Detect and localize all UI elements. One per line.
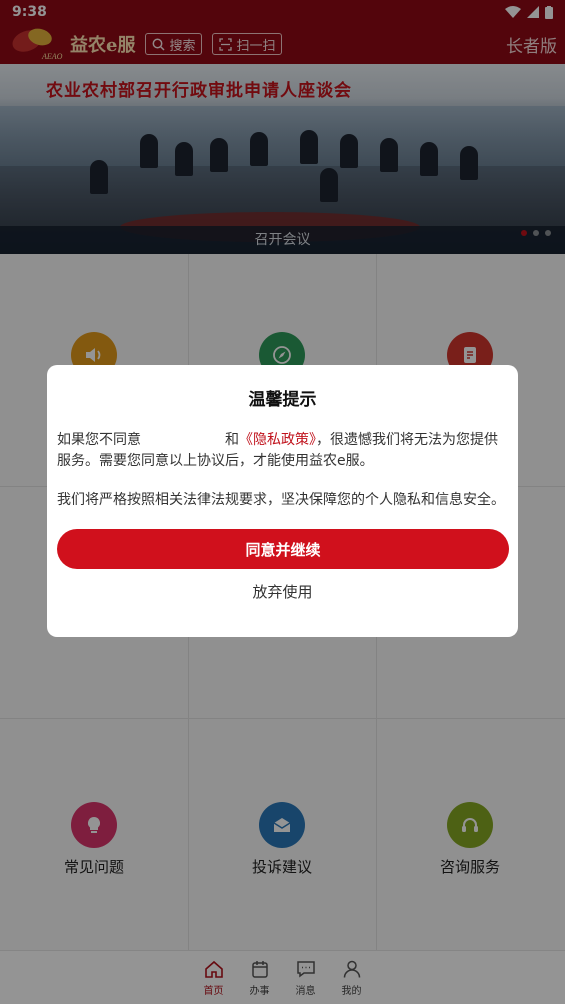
dialog-note: 我们将严格按照相关法律法规要求，坚决保障您的个人隐私和信息安全。	[57, 492, 505, 508]
dialog-message: 如果您不同意 和《隐私政策》，很遗憾我们将无法为您提供服务。需要您同意以上协议后，…	[57, 432, 498, 469]
dialog-title: 温馨提示	[248, 390, 317, 410]
agree-button[interactable]: 同意并继续	[57, 529, 509, 569]
privacy-dialog: 温馨提示 如果您不同意 和《隐私政策》，很遗憾我们将无法为您提供服务。需要您同意以…	[47, 365, 518, 637]
reject-button[interactable]: 放弃使用	[57, 581, 508, 602]
privacy-policy-link[interactable]: 《隐私政策》	[239, 432, 316, 448]
